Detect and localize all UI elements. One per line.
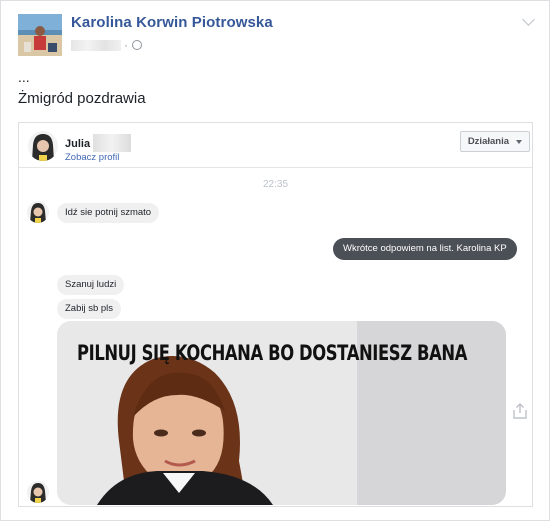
message-timestamp: 22:35 bbox=[262, 179, 289, 190]
chevron-down-icon[interactable] bbox=[522, 13, 535, 26]
post-text-line-2: Żmigród pozdrawia bbox=[18, 90, 146, 107]
post-meta: · bbox=[71, 38, 142, 52]
share-icon[interactable] bbox=[513, 403, 527, 419]
conversation-header: Julia Zobacz profil Działania bbox=[19, 123, 532, 168]
contact-name[interactable]: Julia bbox=[65, 138, 90, 150]
actions-label: Działania bbox=[467, 136, 509, 147]
blurred-surname bbox=[93, 134, 131, 152]
blurred-timestamp bbox=[71, 39, 121, 51]
message-bubble[interactable]: Szanuj ludzi bbox=[57, 275, 125, 295]
message-avatar bbox=[27, 481, 49, 503]
view-profile-link[interactable]: Zobacz profil bbox=[65, 152, 119, 163]
post-text-line-1: ... bbox=[18, 69, 30, 85]
auto-reply-bubble[interactable]: Wkrótce odpowiem na list. Karolina KP bbox=[333, 238, 517, 260]
meta-separator: · bbox=[124, 38, 128, 52]
caret-down-icon bbox=[516, 140, 522, 144]
globe-icon[interactable] bbox=[132, 40, 142, 50]
message-bubble[interactable]: Idź sie potnij szmato bbox=[57, 203, 160, 223]
meme-caption: PILNUJ SIĘ KOCHANA BO DOSTANIESZ BANA bbox=[77, 341, 467, 365]
contact-avatar[interactable] bbox=[28, 131, 58, 161]
message-avatar bbox=[27, 201, 49, 223]
author-avatar[interactable] bbox=[18, 14, 62, 56]
facebook-post: Karolina Korwin Piotrowska · ... Żmigród… bbox=[0, 0, 550, 521]
meme-image[interactable]: PILNUJ SIĘ KOCHANA BO DOSTANIESZ BANA bbox=[57, 321, 506, 505]
actions-dropdown[interactable]: Działania bbox=[459, 131, 530, 152]
message-bubble[interactable]: Zabij sb pls bbox=[57, 299, 122, 319]
messenger-screenshot[interactable]: Julia Zobacz profil Działania 22:35 Idź … bbox=[18, 122, 533, 507]
post-author-name[interactable]: Karolina Korwin Piotrowska bbox=[71, 14, 273, 31]
